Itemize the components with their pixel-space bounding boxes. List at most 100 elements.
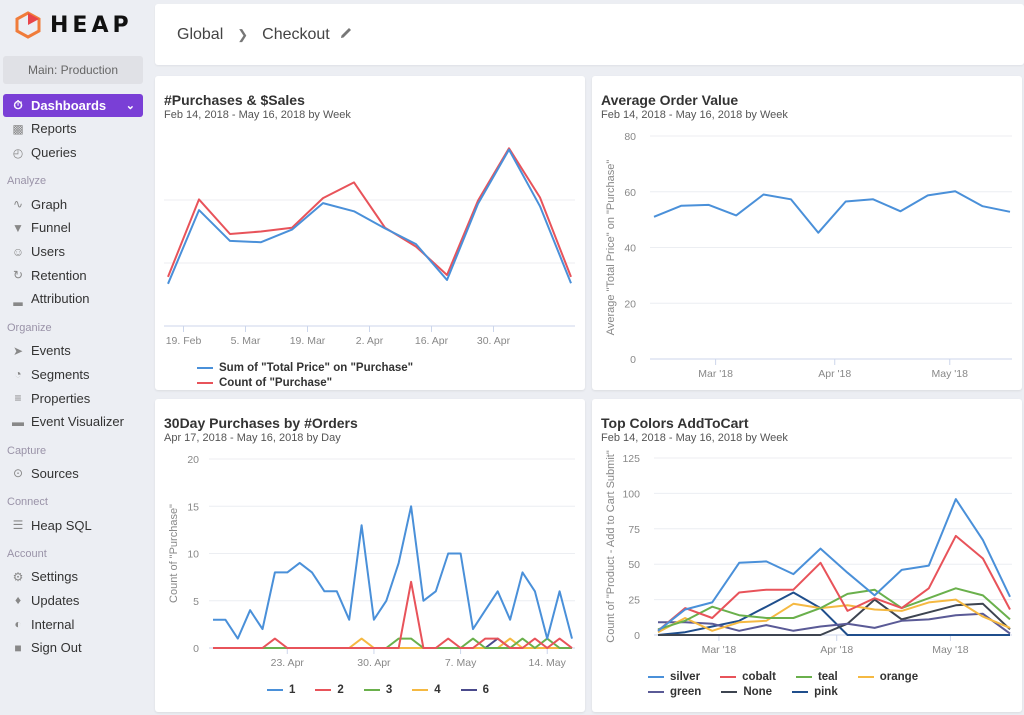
- legend-item[interactable]: silver: [648, 669, 700, 684]
- sidebar-item-reports[interactable]: ▩ Reports: [0, 117, 148, 141]
- sidebar-item-settings[interactable]: ⚙ Settings: [0, 565, 148, 589]
- sidebar-section-analyze: Analyze: [7, 175, 47, 188]
- x-tick-label: 23. Apr: [271, 657, 305, 669]
- sidebar-item-graph[interactable]: ∿ Graph: [0, 192, 148, 216]
- chart-legend: 1 2 3 4 6: [267, 682, 509, 697]
- legend-item[interactable]: None: [721, 684, 772, 699]
- series-line-average-order-value[interactable]: [653, 190, 1011, 234]
- chart-average-order-value: 0 20 40 60 80 Mar '18 Apr '18 May '18 Average "T…: [605, 131, 1012, 380]
- legend-item[interactable]: 6: [460, 682, 489, 697]
- sidebar-item-label: Internal: [31, 616, 75, 632]
- legend-label: 3: [385, 683, 393, 696]
- legend-label: None: [743, 685, 773, 698]
- sidebar-item-internal[interactable]: ◐ Internal: [0, 612, 148, 636]
- sidebar-item-segments[interactable]: ◔ Segments: [0, 363, 148, 387]
- sources-icon: ⊙: [12, 466, 24, 481]
- y-tick-label: 80: [624, 131, 636, 143]
- pie-icon: ◔: [14, 367, 22, 382]
- legend-item[interactable]: 4: [412, 682, 441, 697]
- sidebar-item-properties[interactable]: ≡ Properties: [0, 386, 148, 410]
- legend-label: silver: [670, 670, 701, 683]
- sidebar-item-dashboards[interactable]: ⏱ Dashboards ⌄: [3, 94, 143, 117]
- sidebar-item-sources[interactable]: ⊙ Sources: [0, 462, 148, 486]
- sidebar-item-retention[interactable]: ↻ Retention: [0, 263, 148, 287]
- users-icon: ☺: [11, 244, 25, 259]
- y-axis-title: Count of "Product - Add to Cart Submit": [605, 450, 617, 643]
- sidebar-item-funnel[interactable]: ▼ Funnel: [0, 216, 148, 240]
- legend-item[interactable]: cobalt: [720, 669, 776, 684]
- retention-icon: ↻: [12, 268, 24, 283]
- legend-item[interactable]: 1: [267, 682, 295, 697]
- sidebar-item-label: Dashboards: [31, 98, 107, 113]
- series-line-silver[interactable]: [657, 498, 1011, 632]
- card-top-colors[interactable]: Top Colors AddToCart Feb 14, 2018 - May …: [592, 399, 1022, 712]
- clock-icon: ◴: [12, 145, 24, 160]
- window-icon: ▬: [12, 414, 24, 429]
- legend-item[interactable]: 3: [363, 682, 393, 697]
- series-line-sum-of-total-price-on-purchase-[interactable]: [167, 148, 572, 285]
- x-tick-label: May '18: [932, 368, 969, 380]
- legend-label: 4: [434, 683, 441, 696]
- sidebar-item-label: Queries: [31, 145, 77, 161]
- sidebar-item-attribution[interactable]: ▂ Attribution: [0, 287, 148, 311]
- pencil-edit-icon[interactable]: [340, 26, 353, 44]
- legend-item[interactable]: 2: [315, 682, 344, 697]
- layers-icon: ≡: [14, 391, 22, 406]
- sidebar-item-label: Retention: [31, 267, 87, 283]
- logo-text: HEAP: [50, 12, 133, 38]
- sidebar-item-label: Attribution: [31, 291, 90, 307]
- sidebar-item-event-visualizer[interactable]: ▬ Event Visualizer: [0, 410, 148, 434]
- legend-label: orange: [879, 670, 919, 683]
- legend-item[interactable]: teal: [795, 669, 838, 684]
- series-line-count-of-purchase-[interactable]: [167, 147, 572, 278]
- card-average-order-value[interactable]: Average Order Value Feb 14, 2018 - May 1…: [592, 76, 1022, 390]
- sidebar-item-label: Sources: [31, 465, 79, 481]
- sidebar-item-sign-out[interactable]: ■ Sign Out: [0, 636, 148, 660]
- legend-swatch: [197, 366, 213, 369]
- y-tick-label: 50: [628, 559, 640, 571]
- series-line-3[interactable]: [213, 637, 572, 649]
- heap-logo[interactable]: HEAP: [14, 10, 133, 40]
- series-line-1[interactable]: [213, 505, 573, 640]
- reports-icon: ▩: [12, 121, 24, 136]
- chart-30day-purchases: 0 5 10 15 20 23. Apr 30. Apr 7. May 14. May Count…: [168, 454, 575, 669]
- y-tick-label: 60: [624, 187, 636, 199]
- sidebar-item-updates[interactable]: ♦ Updates: [0, 589, 148, 613]
- sidebar-item-label: Updates: [31, 592, 80, 608]
- sidebar-item-label: Properties: [31, 390, 91, 406]
- environment-selector[interactable]: Main: Production: [3, 56, 143, 84]
- legend-item[interactable]: green: [648, 684, 701, 699]
- x-tick-label: 19. Mar: [290, 335, 326, 347]
- sidebar-item-events[interactable]: ➤ Events: [0, 339, 148, 363]
- chart-legend: silver cobalt teal orange green None pink: [648, 669, 1008, 699]
- graph-icon: ∿: [12, 197, 24, 212]
- legend-swatch: [857, 675, 874, 678]
- legend-item[interactable]: pink: [792, 684, 838, 699]
- legend-item[interactable]: Count of "Purchase": [197, 375, 332, 390]
- card-30day-purchases[interactable]: 30Day Purchases by #Orders Apr 17, 2018 …: [155, 399, 585, 712]
- legend-item[interactable]: Sum of "Total Price" on "Purchase": [197, 360, 413, 375]
- legend-swatch: [720, 675, 737, 678]
- card-purchases-sales[interactable]: #Purchases & $Sales Feb 14, 2018 - May 1…: [155, 76, 585, 390]
- sidebar-item-users[interactable]: ☺ Users: [0, 240, 148, 264]
- chevron-down-icon[interactable]: ⌄: [126, 99, 135, 112]
- sidebar-item-heap-sql[interactable]: ☰ Heap SQL: [0, 513, 148, 537]
- legend-label: 2: [337, 683, 344, 696]
- legend-swatch: [267, 688, 283, 691]
- x-tick-label: Apr '18: [820, 644, 853, 656]
- legend-swatch: [363, 688, 380, 691]
- y-tick-label: 10: [187, 549, 199, 561]
- y-tick-label: 15: [187, 501, 199, 513]
- sidebar-item-label: Settings: [31, 569, 78, 585]
- attribution-icon: ▂: [13, 291, 23, 306]
- legend-item[interactable]: orange: [857, 669, 919, 684]
- x-tick-label: 14. May: [529, 657, 567, 669]
- sidebar-item-label: Funnel: [31, 220, 71, 236]
- series-line-cobalt[interactable]: [657, 534, 1011, 632]
- breadcrumb-parent[interactable]: Global: [177, 26, 223, 44]
- sidebar-item-queries[interactable]: ◴ Queries: [0, 141, 148, 165]
- x-tick-label: 7. May: [445, 657, 477, 669]
- sidebar-item-label: Sign Out: [31, 640, 82, 656]
- legend-swatch: [792, 690, 809, 693]
- y-axis-title: Average "Total Price" on "Purchase": [605, 160, 617, 336]
